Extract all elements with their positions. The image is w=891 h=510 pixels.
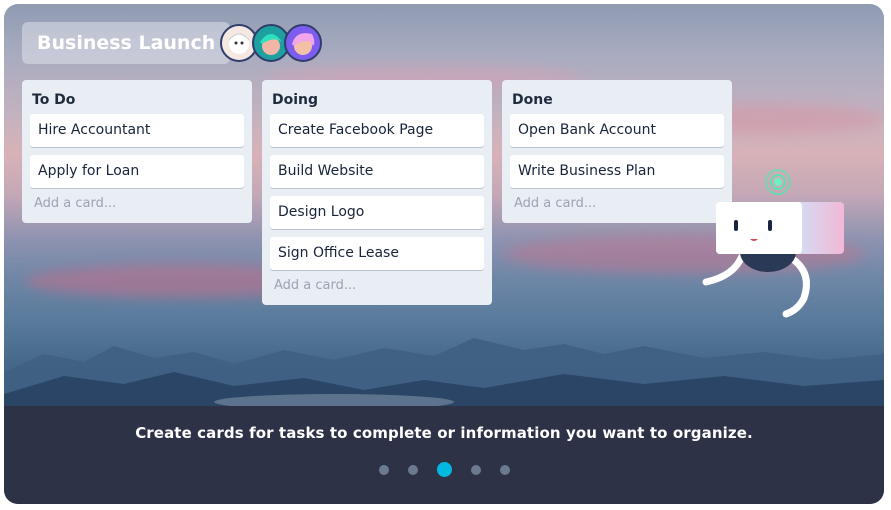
list-title[interactable]: To Do xyxy=(32,92,242,108)
member-avatar[interactable] xyxy=(284,24,322,62)
robot-mascot-icon xyxy=(702,169,844,318)
card[interactable]: Apply for Loan xyxy=(30,155,244,188)
avatar-icon xyxy=(228,33,250,54)
list-doing: Doing Create Facebook Page Build Website… xyxy=(262,80,492,305)
add-card-button[interactable]: Add a card... xyxy=(274,278,482,293)
card[interactable]: Open Bank Account xyxy=(510,114,724,147)
carousel-dot[interactable] xyxy=(407,464,418,475)
card[interactable]: Design Logo xyxy=(270,196,484,229)
card[interactable]: Hire Accountant xyxy=(30,114,244,147)
card[interactable]: Write Business Plan xyxy=(510,155,724,188)
carousel-dot[interactable] xyxy=(499,464,510,475)
carousel-dot-active[interactable] xyxy=(436,462,452,477)
list-to-do: To Do Hire Accountant Apply for Loan Add… xyxy=(22,80,252,223)
signal-ring-icon xyxy=(765,169,791,195)
carousel-dot[interactable] xyxy=(470,464,481,475)
list-title[interactable]: Done xyxy=(512,92,722,108)
slide-caption: Create cards for tasks to complete or in… xyxy=(135,424,753,442)
card[interactable]: Build Website xyxy=(270,155,484,188)
avatar-icon xyxy=(260,34,282,55)
card[interactable]: Create Facebook Page xyxy=(270,114,484,147)
caption-band xyxy=(4,406,884,504)
list-title[interactable]: Doing xyxy=(272,92,482,108)
card[interactable]: Sign Office Lease xyxy=(270,237,484,270)
board-title[interactable]: Business Launch xyxy=(22,22,231,64)
slide-frame: Create cards for tasks to complete or in… xyxy=(4,4,884,504)
carousel-dot[interactable] xyxy=(378,464,389,475)
add-card-button[interactable]: Add a card... xyxy=(514,196,722,211)
carousel-dots xyxy=(4,462,884,477)
add-card-button[interactable]: Add a card... xyxy=(34,196,242,211)
avatar-icon xyxy=(292,33,315,55)
